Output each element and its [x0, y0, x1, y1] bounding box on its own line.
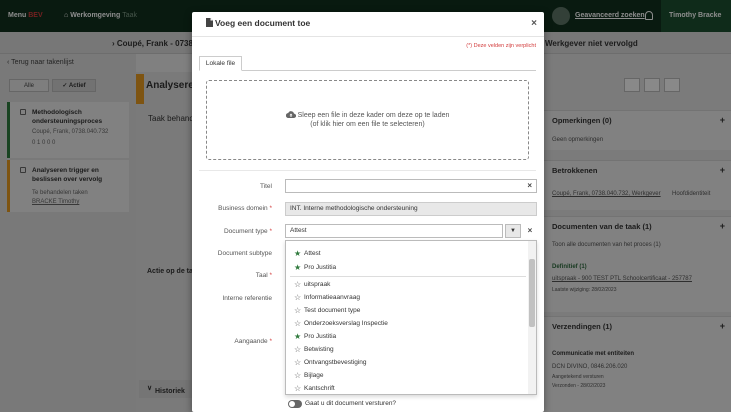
star-outline-icon[interactable]: ☆	[294, 359, 304, 367]
star-outline-icon[interactable]: ☆	[294, 320, 304, 328]
star-filled-icon[interactable]: ★	[294, 333, 304, 341]
option-kantschrift[interactable]: ☆ Kantschrift	[294, 385, 335, 393]
cloud-upload-icon	[285, 111, 296, 119]
star-outline-icon[interactable]: ☆	[294, 372, 304, 380]
drop-alt-instruction: (of klik hier om een file te selecteren)	[310, 121, 425, 128]
drop-instruction: Sleep een file in deze kader om deze op …	[207, 111, 528, 119]
option-pro-justitia[interactable]: ★ Pro Justitia	[294, 264, 336, 272]
option-informatieaanvraag[interactable]: ☆ Informatieaanvraag	[294, 294, 360, 302]
internal-reference-label: Interne referentie	[222, 295, 272, 302]
header-divider	[192, 36, 544, 37]
add-document-modal: Voeg een document toe × (*) Deze velden …	[192, 12, 544, 412]
language-label: Taal *	[255, 272, 272, 279]
close-icon[interactable]: ×	[531, 18, 537, 29]
star-filled-icon[interactable]: ★	[294, 264, 304, 272]
modal-title: Voeg een document toe	[206, 18, 310, 28]
concerning-label: Aangaande *	[234, 338, 272, 345]
document-subtype-label: Document subtype	[217, 250, 272, 257]
star-outline-icon[interactable]: ☆	[294, 294, 304, 302]
favorites-divider	[290, 276, 526, 277]
required-note: (*) Deze velden zijn verplicht	[466, 43, 536, 49]
option-uitspraak[interactable]: ☆ uitspraak	[294, 281, 330, 289]
toggle-knob	[289, 401, 295, 407]
option-test-document-type[interactable]: ☆ Test document type	[294, 307, 360, 315]
option-bijlage[interactable]: ☆ Bijlage	[294, 372, 324, 380]
option-pro-justitia-2[interactable]: ★ Pro Justitia	[294, 333, 336, 341]
option-betwisting[interactable]: ☆ Betwisting	[294, 346, 334, 354]
tab-divider	[199, 70, 536, 71]
title-label: Titel	[259, 183, 272, 190]
document-type-label: Document type *	[223, 228, 272, 235]
file-drop-zone[interactable]: Sleep een file in deze kader om deze op …	[206, 80, 529, 160]
document-type-select[interactable]: Attest	[285, 224, 503, 238]
tab-local-file[interactable]: Lokale file	[199, 56, 242, 71]
business-domain-label: Business domein *	[218, 205, 272, 212]
clear-title-icon[interactable]: ×	[527, 180, 532, 192]
star-outline-icon[interactable]: ☆	[294, 307, 304, 315]
option-attest[interactable]: ★ Attest	[294, 250, 321, 258]
form-divider	[199, 170, 536, 171]
star-outline-icon[interactable]: ☆	[294, 385, 304, 393]
send-document-label: Gaat u dit document versturen?	[305, 400, 397, 407]
send-document-toggle[interactable]	[288, 400, 302, 408]
document-type-dropdown: ★ Attest ★ Pro Justitia ☆ uitspraak ☆ Inform…	[285, 240, 537, 395]
star-outline-icon[interactable]: ☆	[294, 346, 304, 354]
star-outline-icon[interactable]: ☆	[294, 281, 304, 289]
file-icon	[206, 18, 213, 27]
chevron-down-icon[interactable]: ▼	[505, 224, 521, 238]
star-filled-icon[interactable]: ★	[294, 250, 304, 258]
option-onderzoeksverslag[interactable]: ☆ Onderzoeksverslag Inspectie	[294, 320, 388, 328]
dropdown-scroll-thumb[interactable]	[529, 259, 535, 327]
option-ontvangstbevestiging[interactable]: ☆ Ontvangstbevestiging	[294, 359, 367, 367]
clear-document-type-icon[interactable]: ×	[523, 224, 537, 238]
title-input[interactable]: ×	[285, 179, 537, 193]
business-domain-field: INT. Interne methodologische ondersteuni…	[285, 202, 537, 216]
